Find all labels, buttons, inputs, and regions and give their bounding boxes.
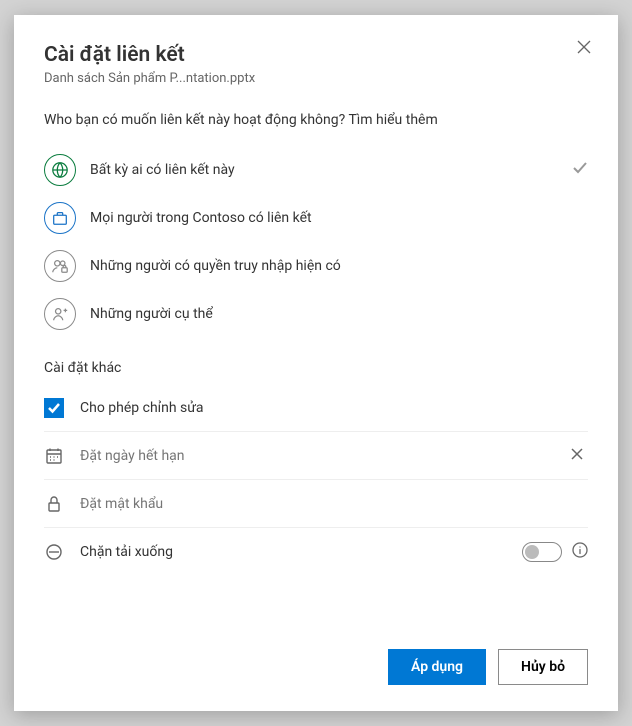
prompt-text: Who bạn có muốn liên kết này hoạt động k…	[44, 112, 345, 128]
checkbox-checked-icon[interactable]	[44, 398, 64, 418]
briefcase-icon	[44, 202, 76, 234]
apply-button[interactable]: Áp dụng	[388, 649, 486, 685]
file-name: Danh sách Sản phẩm P...ntation.pptx	[44, 71, 588, 86]
option-label: Những người có quyền truy nhập hiện có	[90, 258, 588, 274]
close-button[interactable]	[572, 37, 596, 61]
setting-label: Chặn tải xuống	[80, 544, 522, 560]
option-label: Những người cụ thể	[90, 306, 588, 322]
lock-icon	[44, 494, 64, 514]
expiration-input[interactable]	[80, 448, 566, 464]
setting-block-download: Chặn tải xuống	[44, 528, 588, 576]
setting-password[interactable]	[44, 480, 588, 528]
scope-prompt: Who bạn có muốn liên kết này hoạt động k…	[44, 112, 588, 128]
clear-expiry-button[interactable]	[566, 443, 588, 469]
people-add-icon	[44, 298, 76, 330]
block-icon	[44, 542, 64, 562]
info-button[interactable]	[572, 542, 588, 562]
other-settings-title: Cài đặt khác	[44, 360, 588, 376]
close-icon	[576, 39, 592, 55]
calendar-icon	[44, 446, 64, 466]
checkmark-icon	[572, 160, 588, 180]
globe-icon	[44, 154, 76, 186]
dialog-footer: Áp dụng Hủy bỏ	[388, 649, 588, 685]
option-anyone[interactable]: Bất kỳ ai có liên kết này	[44, 146, 588, 194]
option-specific-people[interactable]: Những người cụ thể	[44, 290, 588, 338]
block-download-toggle[interactable]	[522, 542, 562, 562]
setting-expiration[interactable]	[44, 432, 588, 480]
dialog-title: Cài đặt liên kết	[44, 43, 588, 67]
learn-more-link[interactable]: Tìm hiểu thêm	[348, 112, 437, 128]
cancel-button[interactable]: Hủy bỏ	[498, 649, 588, 685]
option-existing-access[interactable]: Những người có quyền truy nhập hiện có	[44, 242, 588, 290]
setting-label: Cho phép chỉnh sửa	[80, 400, 588, 416]
option-organization[interactable]: Mọi người trong Contoso có liên kết	[44, 194, 588, 242]
password-input[interactable]	[80, 496, 588, 512]
link-settings-dialog: Cài đặt liên kết Danh sách Sản phẩm P...…	[14, 15, 618, 711]
setting-allow-editing[interactable]: Cho phép chỉnh sửa	[44, 384, 588, 432]
option-label: Bất kỳ ai có liên kết này	[90, 162, 572, 178]
option-label: Mọi người trong Contoso có liên kết	[90, 210, 588, 226]
people-lock-icon	[44, 250, 76, 282]
